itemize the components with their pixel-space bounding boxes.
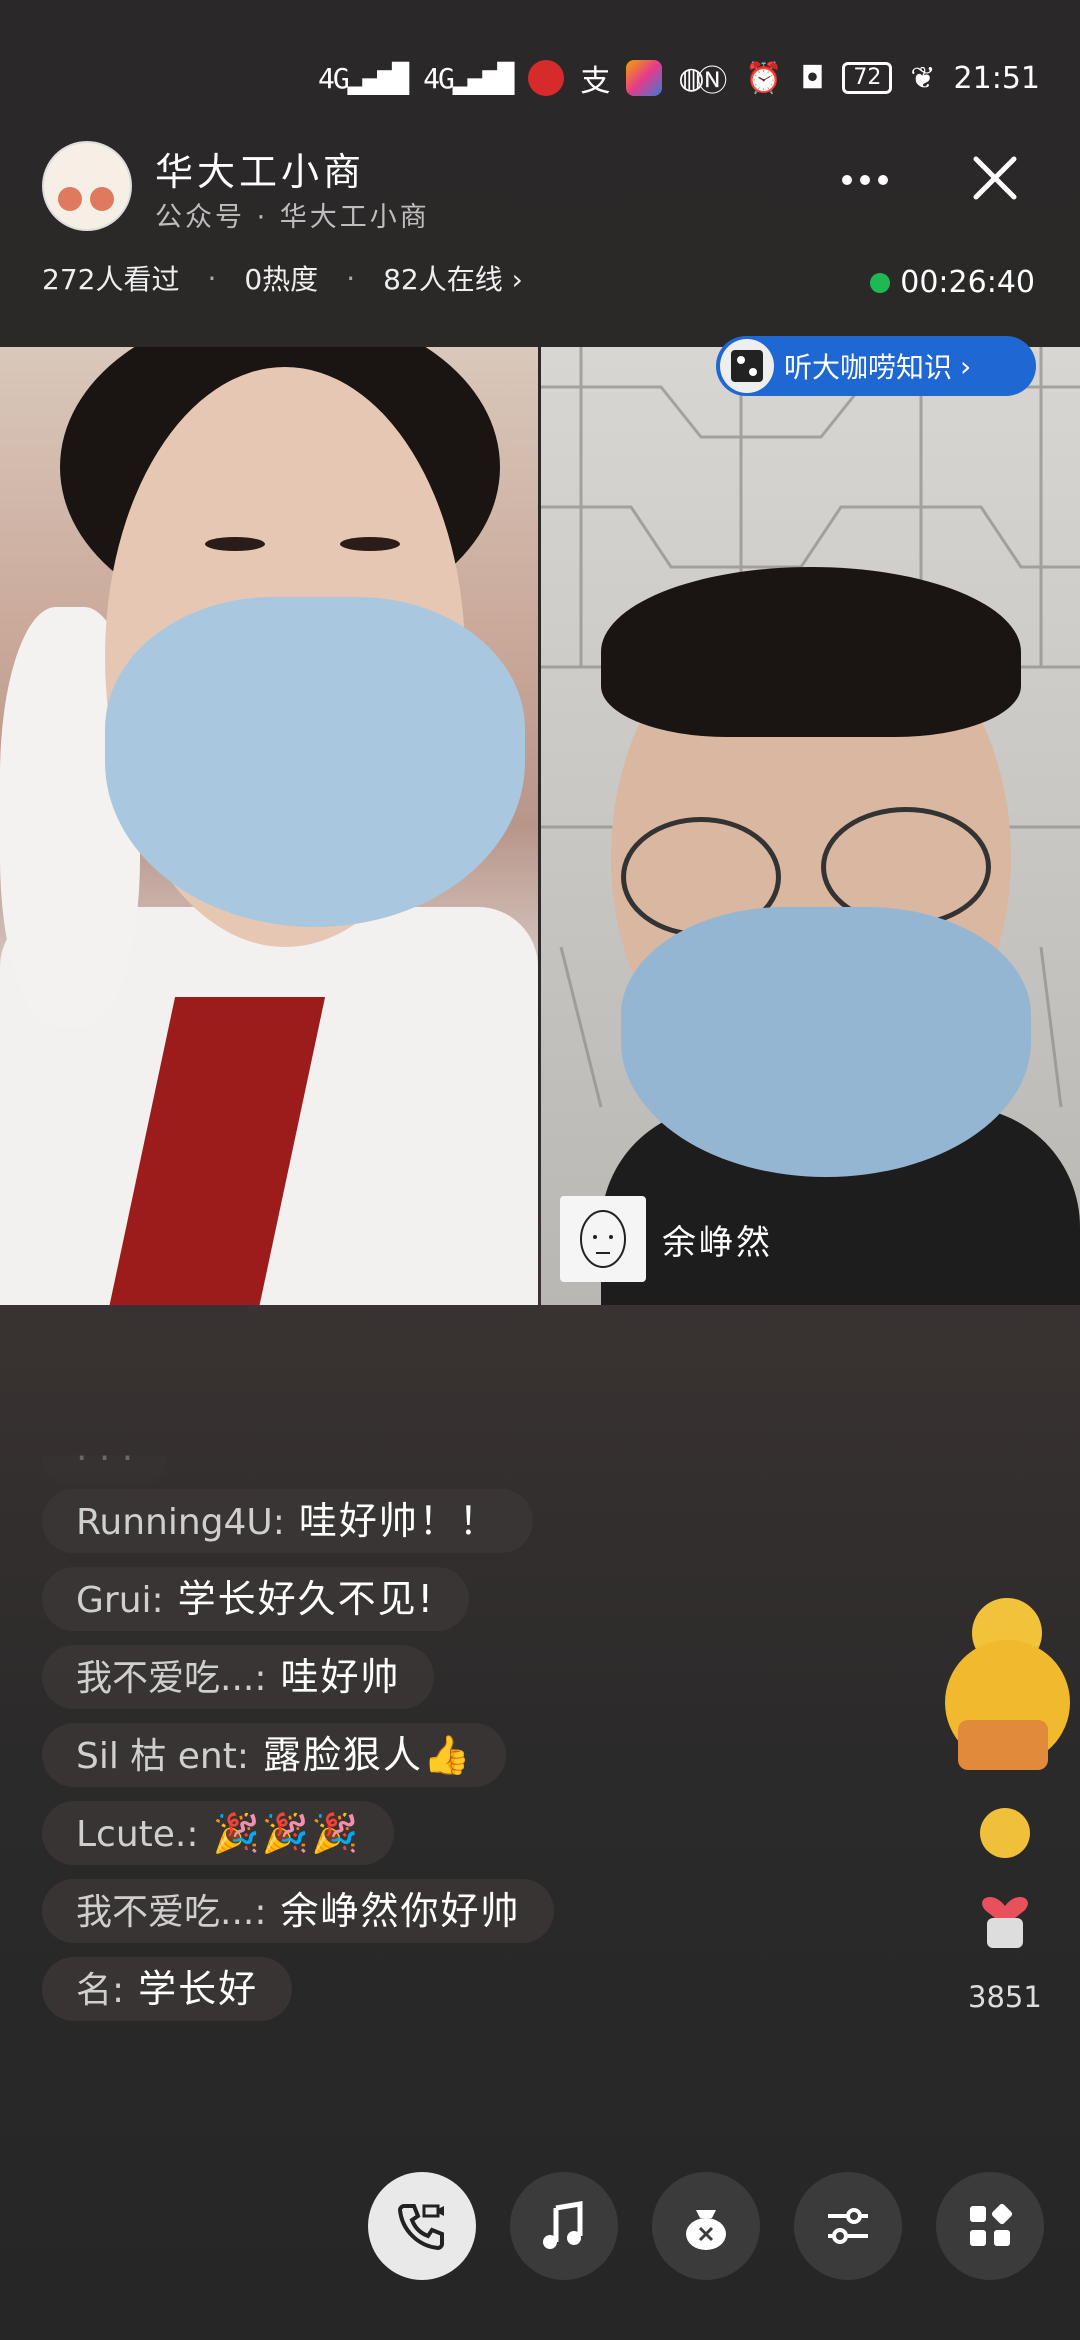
comment-user: Lcute.: xyxy=(76,1814,199,1855)
bottom-toolbar xyxy=(368,2172,1044,2280)
guest-video[interactable] xyxy=(541,347,1080,1305)
app-notification-icon xyxy=(528,60,565,96)
comment-text: 哇好帅 xyxy=(280,1655,401,1699)
topic-pill[interactable]: 听大咖唠知识 › xyxy=(716,336,1036,396)
music-note-icon xyxy=(543,2201,583,2249)
face-mask-shape xyxy=(621,907,1031,1177)
guest-name: 余峥然 xyxy=(662,1222,773,1263)
eye-shape xyxy=(205,537,265,551)
more-dot-icon xyxy=(878,175,888,185)
more-button[interactable] xyxy=(830,145,900,215)
comment-bubble[interactable]: Sil 枯 ent: 露脸狠人👍 xyxy=(42,1723,507,1787)
lucky-bag-icon xyxy=(686,2210,726,2250)
clock: 21:51 xyxy=(953,60,1040,96)
separator: · xyxy=(207,261,217,295)
phone-video-icon xyxy=(397,2204,444,2251)
status-left: 4G▂▄▆█ 4G▂▄▆█ 支 ◍ xyxy=(318,56,705,100)
comment-list[interactable]: · · · Running4U: 哇好帅！！ Grui: 学长好久不见! 我不爱吃.… xyxy=(42,1455,842,2095)
comment-bubble[interactable]: Grui: 学长好久不见! xyxy=(42,1567,469,1631)
sliders-icon xyxy=(828,2208,868,2244)
list-item: Running4U: 哇好帅！！ xyxy=(42,1489,842,1567)
comment-text: 学长好久不见! xyxy=(177,1577,435,1621)
comment-text: 露脸狠人👍 xyxy=(262,1733,473,1777)
list-item: · · · xyxy=(42,1455,842,1485)
network-type-1: 4G xyxy=(318,61,350,95)
list-item: Grui: 学长好久不见! xyxy=(42,1567,842,1645)
chevron-right-icon: › xyxy=(960,349,972,383)
more-dot-icon xyxy=(860,175,870,185)
list-item: Lcute.: 🎉🎉🎉 xyxy=(42,1801,842,1879)
heat-count: 0热度 xyxy=(244,263,319,296)
close-button[interactable] xyxy=(960,143,1030,213)
list-item: Sil 枯 ent: 露脸狠人👍 xyxy=(42,1723,842,1801)
close-icon xyxy=(973,156,1017,200)
comment-user: 我不爱吃...: xyxy=(76,1892,267,1933)
alarm-icon: ⏰ xyxy=(745,60,783,96)
comment-user: 我不爱吃...: xyxy=(76,1658,267,1699)
settings-button[interactable] xyxy=(794,2172,902,2280)
eye-shape xyxy=(340,537,400,551)
nfc-icon: Ⓝ xyxy=(697,64,728,99)
comment-bubble[interactable]: 我不爱吃...: 哇好帅 xyxy=(42,1645,435,1709)
account-avatar[interactable] xyxy=(42,141,132,231)
comment-bubble[interactable]: Running4U: 哇好帅！！ xyxy=(42,1489,533,1553)
gift-bag-button[interactable] xyxy=(652,2172,760,2280)
live-header: 华大工小商 公众号 · 华大工小商 xyxy=(0,135,1080,245)
status-right: Ⓝ ⏰ ◘ 72 ❦ 21:51 xyxy=(697,56,1040,100)
viewed-count: 272人看过 xyxy=(42,263,180,296)
live-indicator-icon xyxy=(870,272,891,293)
online-count[interactable]: 82人在线 › xyxy=(383,258,523,298)
camera-icon: ◘ xyxy=(800,60,825,96)
guest-avatar xyxy=(560,1196,646,1282)
duration: 00:26:40 xyxy=(900,265,1035,300)
comment-user: Grui: xyxy=(76,1580,164,1621)
list-item: 我不爱吃...: 余峥然你好帅 xyxy=(42,1879,842,1957)
battery-icon: 72 xyxy=(842,62,893,94)
host-video[interactable] xyxy=(0,347,538,1305)
comment-text: 学长好 xyxy=(138,1967,259,2011)
comment-bubble: · · · xyxy=(42,1455,168,1485)
signal-icon-1: 4G▂▄▆█ xyxy=(318,61,409,95)
comment-bubble[interactable]: 我不爱吃...: 余峥然你好帅 xyxy=(42,1879,555,1943)
video-call-button[interactable] xyxy=(368,2172,476,2280)
account-subtitle: 公众号 · 华大工小商 xyxy=(155,202,430,233)
comment-user: Sil 枯 ent: xyxy=(76,1736,249,1777)
face-mask-shape xyxy=(105,597,525,927)
comment-text: 🎉🎉🎉 xyxy=(212,1811,361,1855)
comment-text: 余峥然你好帅 xyxy=(280,1889,521,1933)
account-title[interactable]: 华大工小商 xyxy=(155,141,365,196)
separator: · xyxy=(346,261,356,295)
alipay-icon: 支 xyxy=(580,64,611,99)
comment-user: Running4U: xyxy=(76,1502,285,1543)
smile-emoji-icon xyxy=(980,1808,1030,1858)
guest-tag[interactable]: 余峥然 xyxy=(560,1196,773,1282)
music-button[interactable] xyxy=(510,2172,618,2280)
live-timer: 00:26:40 xyxy=(870,265,1035,300)
list-item: 名: 学长好 xyxy=(42,1957,842,2035)
leaf-icon: ❦ xyxy=(910,60,936,96)
more-apps-button[interactable] xyxy=(936,2172,1044,2280)
topic-logo-icon xyxy=(720,339,774,393)
comment-bubble[interactable]: Lcute.: 🎉🎉🎉 xyxy=(42,1801,395,1865)
avatar-figure-1 xyxy=(58,187,82,211)
like-count: 3851 xyxy=(968,1980,1042,2014)
more-dot-icon xyxy=(842,175,852,185)
signal-icon-2: 4G▂▄▆█ xyxy=(423,61,514,95)
comment-user: 名: xyxy=(76,1970,125,2011)
comment-bubble[interactable]: 名: 学长好 xyxy=(42,1957,293,2021)
like-icon xyxy=(982,1897,1028,1948)
avatar-figure-2 xyxy=(90,187,114,211)
hair-shape xyxy=(601,567,1021,737)
comment-text: 哇好帅！！ xyxy=(298,1499,499,1543)
topic-label: 听大咖唠知识 xyxy=(784,351,953,384)
app-icon xyxy=(626,60,663,96)
grid-apps-icon xyxy=(970,2203,1013,2246)
list-item: 我不爱吃...: 哇好帅 xyxy=(42,1645,842,1723)
live-stats: 272人看过 · 0热度 · 82人在线 › xyxy=(42,258,523,298)
like-button[interactable] xyxy=(975,1880,1035,1950)
thumbs-up-emoji-icon xyxy=(958,1720,1048,1770)
network-type-2: 4G xyxy=(423,61,455,95)
